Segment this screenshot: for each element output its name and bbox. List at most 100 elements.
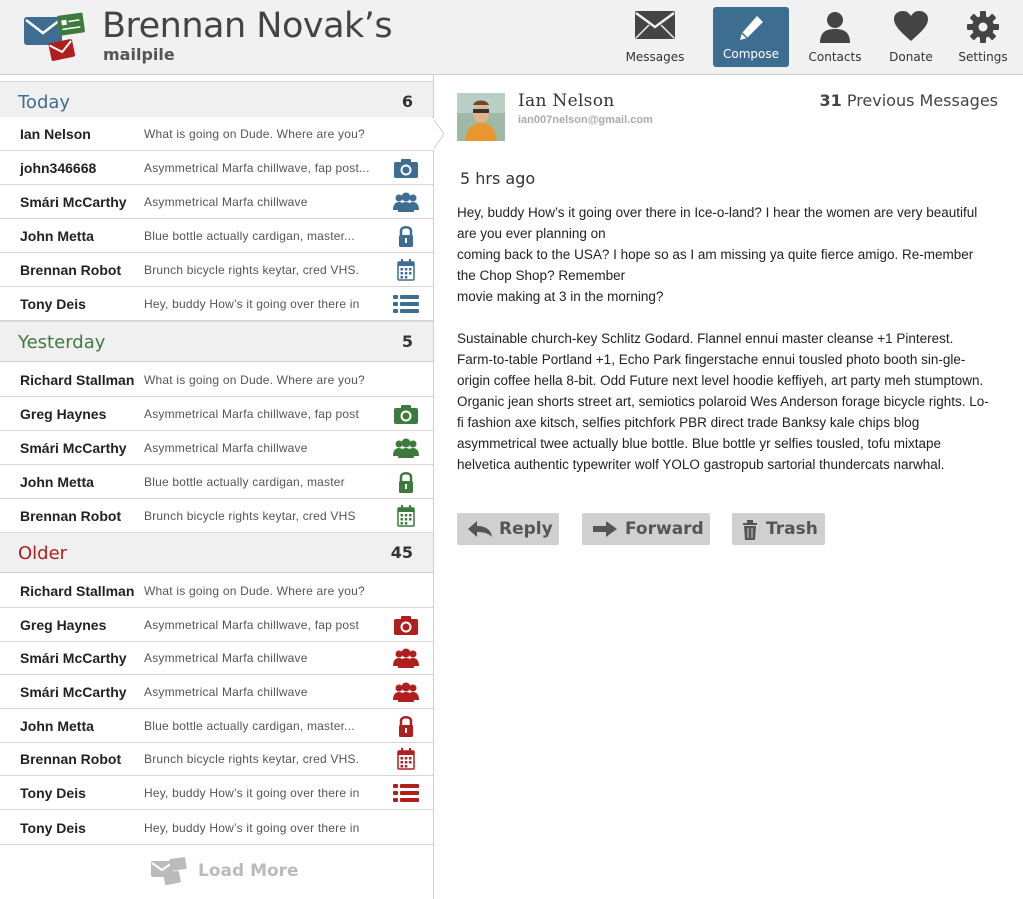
message-row[interactable]: John Metta Blue bottle actually cardigan,… — [0, 219, 433, 253]
row-snippet: Brunch bicycle rights keytar, cred VHS — [144, 509, 356, 523]
group-icon — [393, 192, 419, 212]
calendar-icon — [397, 505, 415, 527]
message-row[interactable]: Richard Stallman What is going on Dude. W… — [0, 363, 433, 397]
calendar-icon — [397, 259, 415, 281]
message-row[interactable]: Ian Nelson What is going on Dude. Where a… — [0, 117, 433, 151]
trash-button[interactable]: Trash — [732, 513, 825, 545]
load-more-button[interactable]: Load More — [150, 857, 310, 887]
group-icon — [393, 682, 419, 702]
row-sender: John Metta — [20, 228, 94, 244]
row-sender: Tony Deis — [20, 820, 86, 836]
message-paragraph: Hey, buddy How’s it going over there in … — [457, 205, 978, 304]
row-sender: Brennan Robot — [20, 262, 122, 278]
row-snippet: What is going on Dude. Where are you? — [144, 373, 365, 387]
row-snippet: Asymmetrical Marfa chillwave — [144, 685, 308, 699]
row-snippet: What is going on Dude. Where are you? — [144, 584, 365, 598]
row-sender: Tony Deis — [20, 296, 86, 312]
row-snippet: Blue bottle actually cardigan, master... — [144, 229, 355, 243]
row-snippet: Asymmetrical Marfa chillwave — [144, 195, 308, 209]
previous-messages-link[interactable]: 31 Previous Messages — [819, 91, 998, 110]
mailpile-logo-icon — [151, 857, 187, 885]
row-snippet: Asymmetrical Marfa chillwave — [144, 441, 308, 455]
nav-contacts-label: Contacts — [808, 50, 862, 64]
nav-settings[interactable]: Settings — [950, 0, 1016, 74]
message-row[interactable]: John Metta Blue bottle actually cardigan,… — [0, 709, 433, 743]
row-snippet: Asymmetrical Marfa chillwave, fap post..… — [144, 161, 370, 175]
message-row[interactable]: Brennan Robot Brunch bicycle rights keyta… — [0, 742, 433, 776]
row-snippet: Brunch bicycle rights keytar, cred VHS. — [144, 263, 360, 277]
nav-contacts[interactable]: Contacts — [800, 0, 870, 74]
row-sender: Tony Deis — [20, 785, 86, 801]
row-sender: Greg Haynes — [20, 617, 107, 633]
pencil-icon — [740, 16, 763, 40]
calendar-icon — [397, 748, 415, 770]
group-header-older: Older 45 — [0, 532, 433, 573]
row-sender: john346668 — [20, 160, 97, 176]
sender-email: ian007nelson@gmail.com — [518, 114, 653, 126]
heart-icon — [894, 11, 928, 41]
reply-label: Reply — [499, 519, 553, 539]
message-row[interactable]: Smári McCarthy Asymmetrical Marfa chillwa… — [0, 641, 433, 675]
message-row[interactable]: john346668 Asymmetrical Marfa chillwave, … — [0, 151, 433, 185]
nav-messages[interactable]: Messages — [620, 0, 690, 74]
row-sender: Ian Nelson — [20, 126, 91, 142]
group-header-yesterday: Yesterday 5 — [0, 321, 433, 362]
group-icon — [393, 438, 419, 458]
trash-label: Trash — [766, 519, 818, 539]
group-header-today: Today 6 — [0, 81, 433, 122]
lock-icon — [399, 716, 413, 737]
message-list: Today 6 Ian Nelson What is going on Dude. W… — [0, 75, 434, 899]
message-row[interactable]: John Metta Blue bottle actually cardigan,… — [0, 465, 433, 499]
row-sender: Richard Stallman — [20, 583, 135, 599]
reply-icon — [468, 521, 492, 537]
message-row[interactable]: Brennan Robot Brunch bicycle rights keyta… — [0, 499, 433, 533]
row-sender: John Metta — [20, 718, 94, 734]
nav-settings-label: Settings — [958, 50, 1008, 64]
account-title: Brennan Novak’s — [102, 6, 393, 46]
reply-button[interactable]: Reply — [457, 513, 559, 545]
trash-icon — [743, 520, 757, 540]
message-paragraph: Sustainable church-key Schlitz Godard. F… — [457, 331, 989, 472]
row-sender: Smári McCarthy — [20, 440, 127, 456]
message-row[interactable]: Brennan Robot Brunch bicycle rights keyta… — [0, 253, 433, 287]
message-row[interactable]: Richard Stallman What is going on Dude. W… — [0, 574, 433, 608]
row-snippet: What is going on Dude. Where are you? — [144, 127, 365, 141]
message-row[interactable]: Greg Haynes Asymmetrical Marfa chillwave,… — [0, 608, 433, 642]
message-row[interactable]: Smári McCarthy Asymmetrical Marfa chillwa… — [0, 675, 433, 709]
row-sender: John Metta — [20, 474, 94, 490]
forward-label: Forward — [625, 519, 704, 539]
list-icon — [393, 784, 419, 802]
forward-arrow-icon — [593, 521, 617, 537]
message-row[interactable]: Greg Haynes Asymmetrical Marfa chillwave,… — [0, 397, 433, 431]
camera-icon — [394, 159, 418, 178]
sender-name: Ian Nelson — [518, 91, 615, 111]
group-count: 6 — [401, 92, 413, 111]
nav-donate[interactable]: Donate — [878, 0, 944, 74]
row-sender: Smári McCarthy — [20, 650, 127, 666]
message-row[interactable]: Tony Deis Hey, buddy How’s it going over … — [0, 811, 433, 845]
group-title: Today — [18, 92, 71, 113]
app-name: mailpile — [103, 45, 175, 64]
row-snippet: Asymmetrical Marfa chillwave — [144, 651, 308, 665]
message-row[interactable]: Tony Deis Hey, buddy How’s it going over … — [0, 776, 433, 810]
group-count: 45 — [390, 543, 413, 562]
group-icon — [393, 648, 419, 668]
row-snippet: Hey, buddy How’s it going over there in — [144, 821, 360, 835]
row-snippet: Asymmetrical Marfa chillwave, fap post — [144, 618, 359, 632]
lock-icon — [399, 226, 413, 247]
row-snippet: Blue bottle actually cardigan, master — [144, 475, 345, 489]
message-view: Ian Nelson ian007nelson@gmail.com 31 Pre… — [434, 75, 1023, 899]
message-row[interactable]: Tony Deis Hey, buddy How’s it going over … — [0, 287, 433, 321]
row-snippet: Hey, buddy How’s it going over there in — [144, 786, 360, 800]
message-row[interactable]: Smári McCarthy Asymmetrical Marfa chillwa… — [0, 185, 433, 219]
lock-icon — [399, 472, 413, 493]
row-sender: Smári McCarthy — [20, 684, 127, 700]
row-sender: Greg Haynes — [20, 406, 107, 422]
app-name-text: mailpile — [103, 45, 175, 64]
load-more-label: Load More — [198, 861, 299, 881]
forward-button[interactable]: Forward — [582, 513, 710, 545]
message-row[interactable]: Smári McCarthy Asymmetrical Marfa chillwa… — [0, 431, 433, 465]
nav-donate-label: Donate — [889, 50, 933, 64]
compose-button[interactable]: Compose — [713, 7, 789, 67]
row-sender: Smári McCarthy — [20, 194, 127, 210]
